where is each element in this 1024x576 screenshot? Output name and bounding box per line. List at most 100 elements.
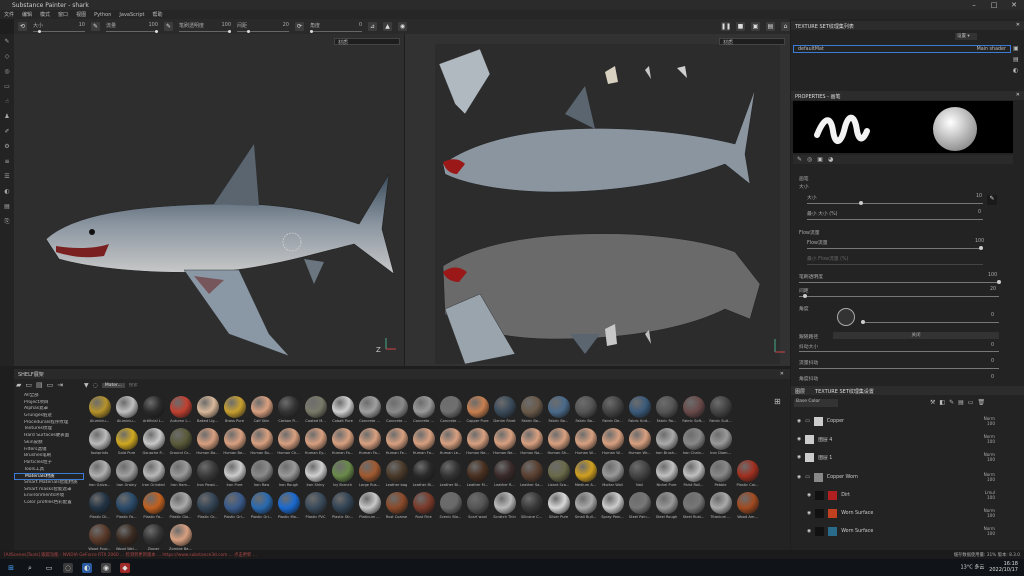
flow-slider[interactable]: [807, 248, 983, 249]
pause-icon[interactable]: ❚❚: [721, 22, 731, 31]
material-thumbnail[interactable]: Iron Powd...: [194, 460, 221, 494]
picker-tool-icon[interactable]: ✐: [3, 128, 11, 136]
material-thumbnail[interactable]: Aluminiu...: [86, 396, 113, 430]
texture-set-item[interactable]: defaultMat Main shader: [793, 45, 1011, 53]
size-slider[interactable]: [807, 203, 983, 204]
material-thumbnail[interactable]: Concrete ...: [410, 396, 437, 430]
material-thumbnail[interactable]: Wood Am...: [734, 492, 761, 526]
material-thumbnail[interactable]: Steel Rust...: [680, 492, 707, 526]
follow-path-select[interactable]: 关闭: [833, 332, 999, 339]
shelf-category-item[interactable]: All全部: [14, 393, 84, 400]
jitter-flow-slider[interactable]: [799, 368, 999, 369]
material-thumbnail[interactable]: Pebble: [707, 460, 734, 494]
layer-row[interactable]: ◉ ▭ Copper Worn Norm 100: [793, 470, 1015, 484]
bake-icon[interactable]: ▤: [3, 203, 11, 211]
opacity-slider-knob[interactable]: [997, 280, 1001, 284]
app-wechat-icon[interactable]: ◌: [63, 562, 73, 573]
shelf-category-item[interactable]: Materials材质: [14, 473, 84, 480]
layer-opacity[interactable]: 100: [987, 513, 995, 518]
material-thumbnail[interactable]: Platinum ...: [356, 492, 383, 526]
shelf-category-item[interactable]: Color profiles色彩配置: [14, 500, 84, 507]
material-thumbnail[interactable]: Iron Chain...: [680, 428, 707, 462]
material-thumbnail[interactable]: Iron Grinded: [140, 460, 167, 494]
tag-icon[interactable]: ◌: [93, 382, 98, 389]
folder-icon[interactable]: ▰: [16, 381, 21, 389]
layer-opacity[interactable]: 100: [987, 477, 995, 482]
list-view-icon[interactable]: ▤: [36, 381, 43, 389]
material-thumbnail[interactable]: Artificial L...: [140, 396, 167, 430]
layer-row[interactable]: ◉ Worn Surface Norm 100: [793, 524, 1015, 538]
minimize-icon[interactable]: –: [964, 0, 984, 10]
material-thumbnail[interactable]: Cobalt Pure: [329, 396, 356, 430]
spacing-slider[interactable]: 间距 20: [237, 22, 289, 33]
material-thumbnail[interactable]: Spray Pain...: [599, 492, 626, 526]
eye-icon[interactable]: ◉: [807, 511, 811, 516]
pen-pressure-icon[interactable]: ✎: [987, 195, 997, 205]
shelf-search-input[interactable]: [128, 382, 329, 388]
shelf-category-item[interactable]: Tools工具: [14, 467, 84, 474]
symmetry-x-icon[interactable]: ⊿: [368, 22, 377, 31]
material-thumbnail[interactable]: Human W...: [599, 428, 626, 462]
material-thumbnail[interactable]: Gouache P...: [140, 428, 167, 462]
material-thumbnail[interactable]: Gold Pure: [113, 428, 140, 462]
angle-slider-knob[interactable]: [861, 320, 865, 324]
material-thumbnail[interactable]: Iron Ham...: [167, 460, 194, 494]
search-icon[interactable]: ⌕: [25, 563, 35, 573]
photoshop-icon[interactable]: ▲: [383, 22, 392, 31]
material-thumbnail[interactable]: Human Fa...: [356, 428, 383, 462]
eye-icon[interactable]: ◉: [797, 455, 801, 460]
tab-texture-set-settings[interactable]: TEXTURE SET纹理集设置: [815, 388, 874, 395]
channel-select[interactable]: Base Color: [794, 399, 838, 407]
material-thumbnail[interactable]: Calf Skin: [248, 396, 275, 430]
min-flow-slider[interactable]: [807, 264, 983, 265]
material-thumbnail[interactable]: Carbon Fi...: [275, 396, 302, 430]
material-thumbnail[interactable]: Concrete ...: [383, 396, 410, 430]
material-thumbnail[interactable]: Human Ey...: [302, 428, 329, 462]
layer-opacity[interactable]: 100: [987, 439, 995, 444]
material-thumbnail[interactable]: Nickel Pure: [653, 460, 680, 494]
shelf-category-item[interactable]: Alphas遮罩: [14, 406, 84, 413]
close-icon[interactable]: ✕: [1016, 92, 1020, 98]
material-thumbnail[interactable]: Ivy Branch: [329, 460, 356, 494]
material-thumbnail[interactable]: Plastic PVC: [302, 492, 329, 526]
material-thumbnail[interactable]: Concrete ...: [356, 396, 383, 430]
material-thumbnail[interactable]: Human Be...: [221, 428, 248, 462]
new-item-icon[interactable]: ▭: [47, 381, 54, 389]
material-thumbnail[interactable]: Human Fa...: [329, 428, 356, 462]
material-thumbnail[interactable]: Fabric Ba...: [572, 396, 599, 430]
smudge-tool-icon[interactable]: ☝: [3, 98, 11, 106]
shelf-category-item[interactable]: Textures纹理: [14, 426, 84, 433]
material-thumbnail[interactable]: Leather bag: [383, 460, 410, 494]
layer-row[interactable]: ◉ Worn Surface Norm 100: [793, 506, 1015, 520]
properties-icon[interactable]: ▤: [1013, 56, 1021, 63]
material-thumbnail[interactable]: Concrete ...: [437, 396, 464, 430]
shelf-category-item[interactable]: Brushes笔刷: [14, 453, 84, 460]
eye-icon[interactable]: ◉: [797, 437, 801, 442]
add-fill-layer-icon[interactable]: ▤: [958, 399, 964, 407]
material-thumbnail[interactable]: Iron Galva...: [86, 460, 113, 494]
material-thumbnail[interactable]: Leather Bl...: [437, 460, 464, 494]
material-thumbnail[interactable]: Fabric Ro...: [653, 396, 680, 430]
material-thumbnail[interactable]: Iron Pure: [221, 460, 248, 494]
material-thumbnail[interactable]: Aluminiu...: [113, 396, 140, 430]
material-thumbnail[interactable]: Fabric Soft...: [680, 396, 707, 430]
material-thumbnail[interactable]: footprints: [86, 428, 113, 462]
material-thumbnail[interactable]: Medium A...: [572, 460, 599, 494]
opacity-slider[interactable]: [799, 282, 999, 283]
material-thumbnail[interactable]: Human Sh...: [545, 428, 572, 462]
material-thumbnail[interactable]: Human Bu...: [248, 428, 275, 462]
grid-view-icon[interactable]: ⊞: [774, 397, 781, 406]
layer-row[interactable]: ◉ ▭ Copper Norm 100: [793, 414, 1015, 428]
new-folder-icon[interactable]: ▭: [25, 381, 32, 389]
material-thumbnail[interactable]: Fabric De...: [599, 396, 626, 430]
flow-slider-knob[interactable]: [979, 246, 983, 250]
material-thumbnail[interactable]: Plastic Car...: [734, 460, 761, 494]
material-thumbnail[interactable]: Human Ch...: [275, 428, 302, 462]
display-settings-icon[interactable]: ◐: [1013, 67, 1021, 74]
delete-layer-icon[interactable]: 🗑: [977, 399, 985, 407]
shelf-category-item[interactable]: Filters滤镜: [14, 447, 84, 454]
layer-opacity[interactable]: 100: [987, 495, 995, 500]
material-thumbnail[interactable]: Paint Roll...: [680, 460, 707, 494]
material-thumbnail[interactable]: Titanium ...: [707, 492, 734, 526]
camera-icon[interactable]: ◉: [398, 22, 407, 31]
